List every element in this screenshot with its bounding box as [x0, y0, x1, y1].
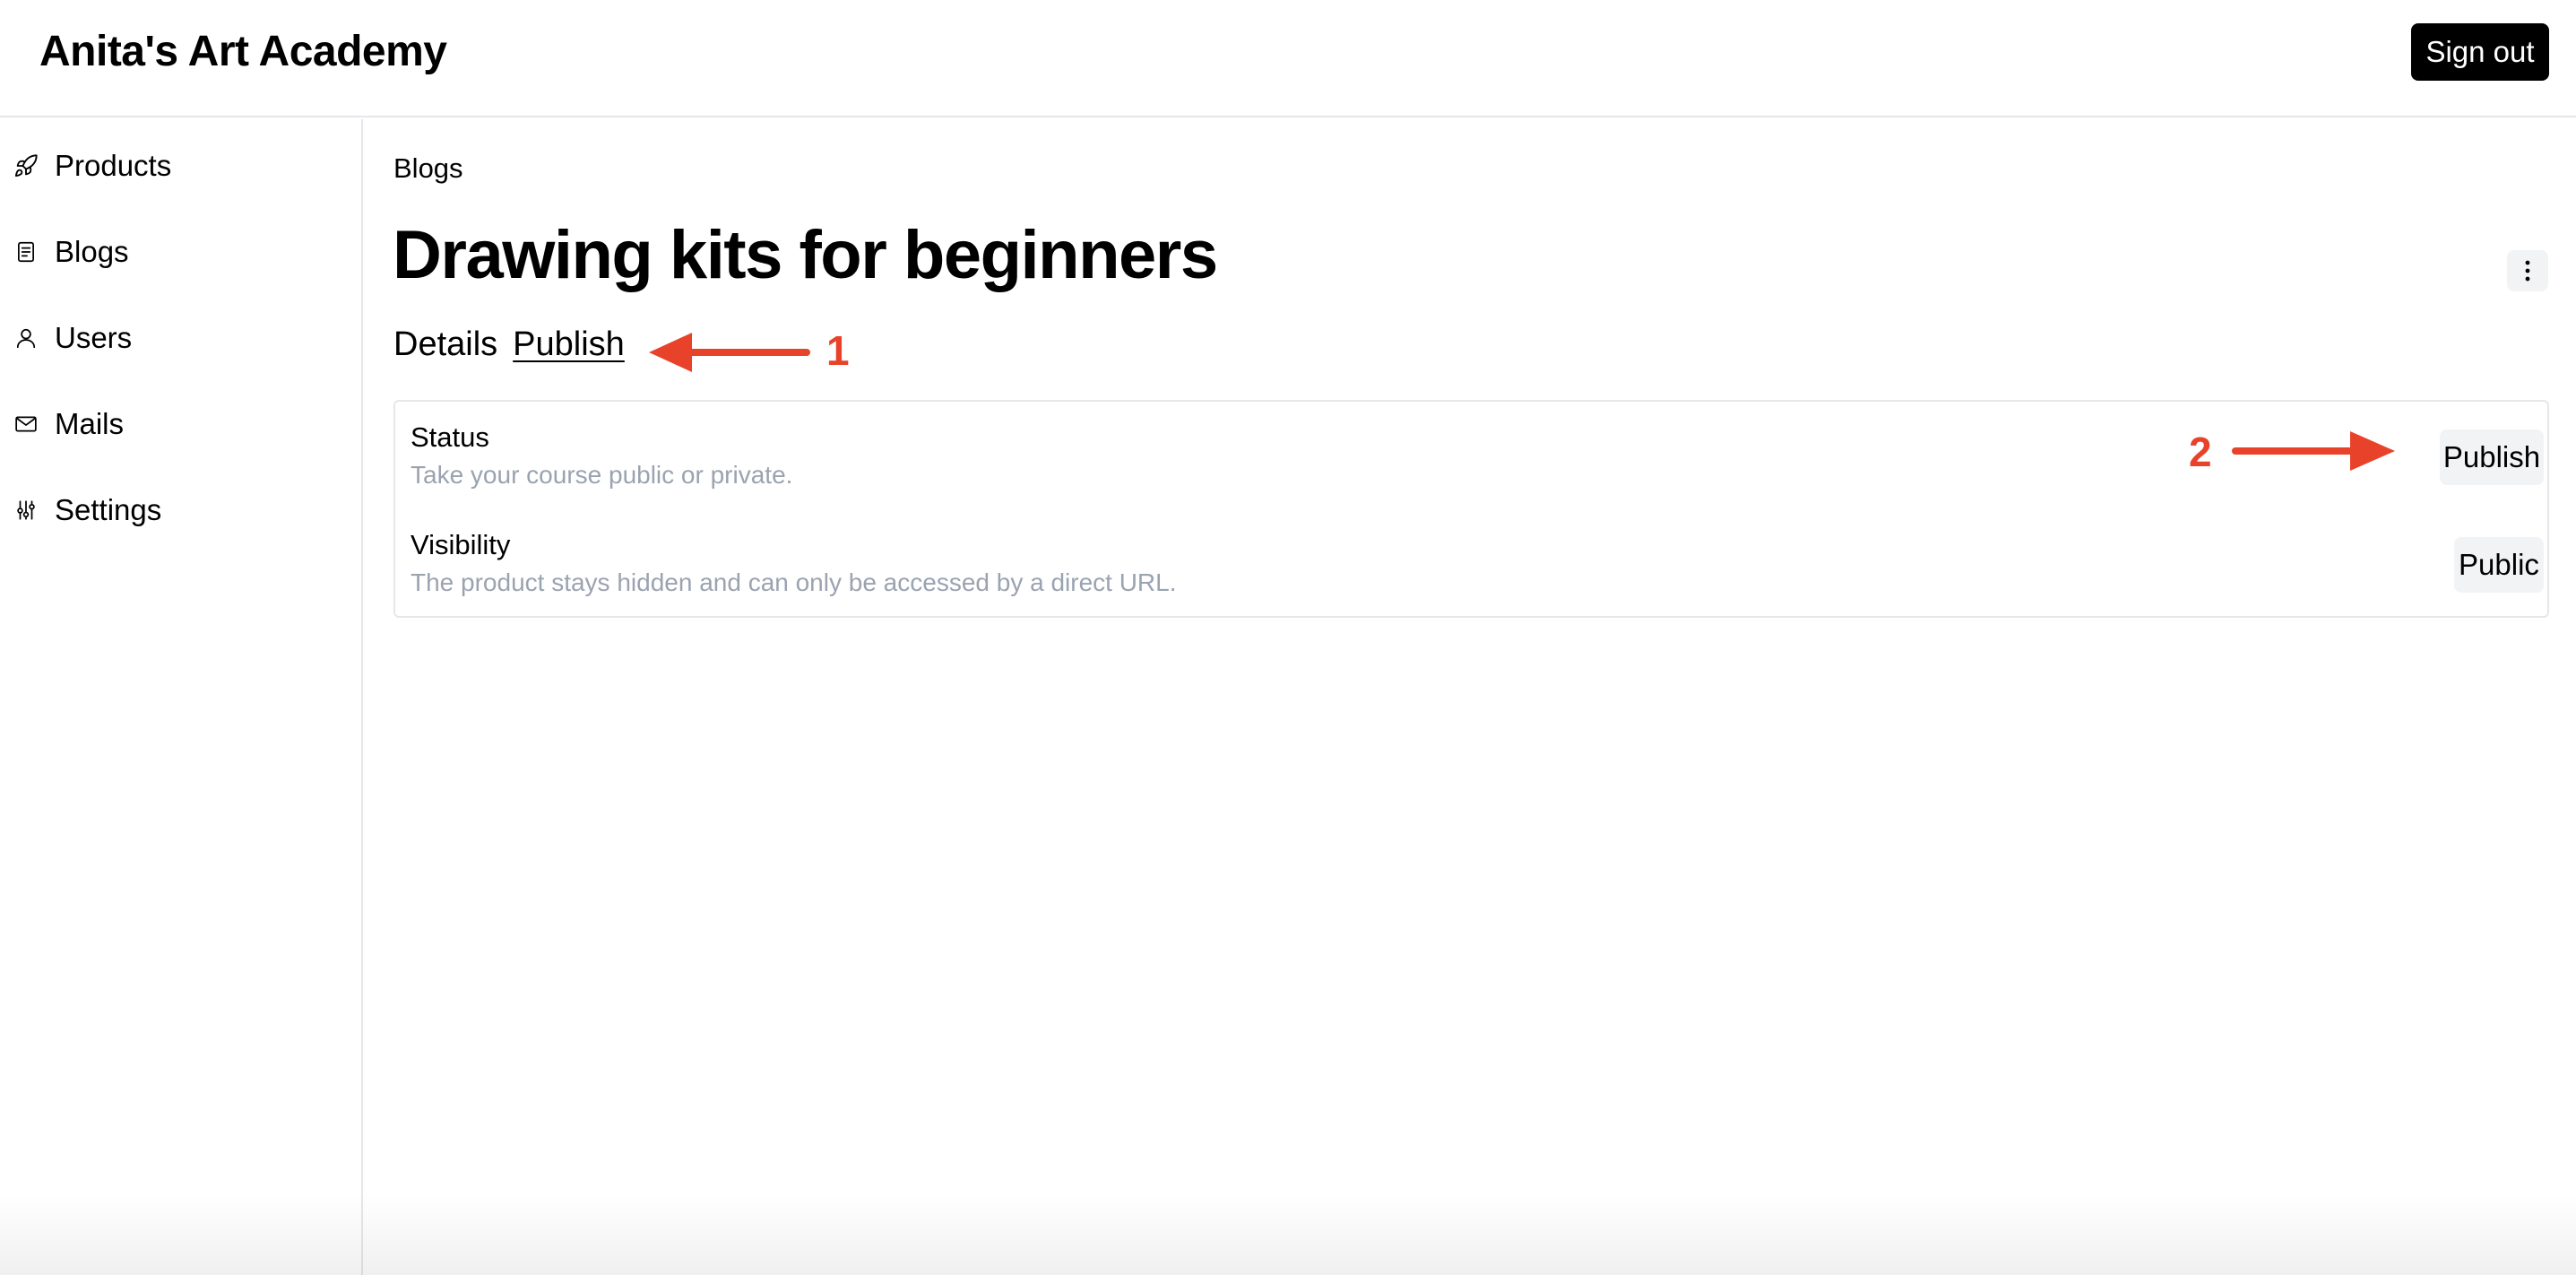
- sidebar-item-label: Mails: [55, 407, 125, 440]
- more-options-button[interactable]: [2507, 250, 2548, 291]
- sidebar-item-label: Products: [55, 149, 172, 182]
- rocket-icon: [13, 152, 39, 179]
- kebab-icon: [2525, 260, 2530, 282]
- sidebar-item-mails[interactable]: Mails: [13, 397, 124, 451]
- sign-out-button[interactable]: Sign out: [2411, 23, 2549, 81]
- annotation-number-2: 2: [2189, 429, 2212, 475]
- sidebar-item-products[interactable]: Products: [13, 139, 171, 193]
- visibility-button[interactable]: Public: [2454, 537, 2544, 593]
- sidebar-item-blogs[interactable]: Blogs: [13, 225, 129, 279]
- sidebar-item-label: Settings: [55, 493, 162, 526]
- sidebar-item-label: Users: [55, 321, 133, 354]
- visibility-title: Visibility: [411, 529, 511, 560]
- sidebar-item-users[interactable]: Users: [13, 311, 132, 365]
- tab-details[interactable]: Details: [393, 325, 497, 364]
- tabs: Details Publish: [393, 325, 625, 364]
- top-bar: Anita's Art Academy Sign out: [0, 0, 2576, 117]
- tab-publish[interactable]: Publish: [513, 325, 625, 364]
- annotation-number-1: 1: [826, 327, 850, 374]
- annotation-arrow-1: [649, 333, 810, 372]
- app-title: Anita's Art Academy: [39, 28, 447, 75]
- sidebar-item-settings[interactable]: Settings: [13, 483, 161, 537]
- sliders-icon: [13, 497, 39, 524]
- mail-icon: [13, 411, 39, 438]
- document-icon: [13, 239, 39, 265]
- sidebar-item-label: Blogs: [55, 235, 129, 268]
- breadcrumb[interactable]: Blogs: [393, 152, 463, 185]
- main-content: Blogs Drawing kits for beginners Details…: [365, 119, 2576, 1275]
- sidebar: Products Blogs Users Mails Settings: [0, 119, 363, 1275]
- status-title: Status: [411, 421, 489, 453]
- status-description: Take your course public or private.: [411, 461, 793, 489]
- user-icon: [13, 325, 39, 351]
- publish-button[interactable]: Publish: [2440, 429, 2544, 485]
- visibility-description: The product stays hidden and can only be…: [411, 568, 1177, 596]
- publish-settings-panel: Status Take your course public or privat…: [393, 400, 2549, 618]
- page-title: Drawing kits for beginners: [393, 217, 1218, 293]
- annotation-arrow-2: [2232, 431, 2395, 471]
